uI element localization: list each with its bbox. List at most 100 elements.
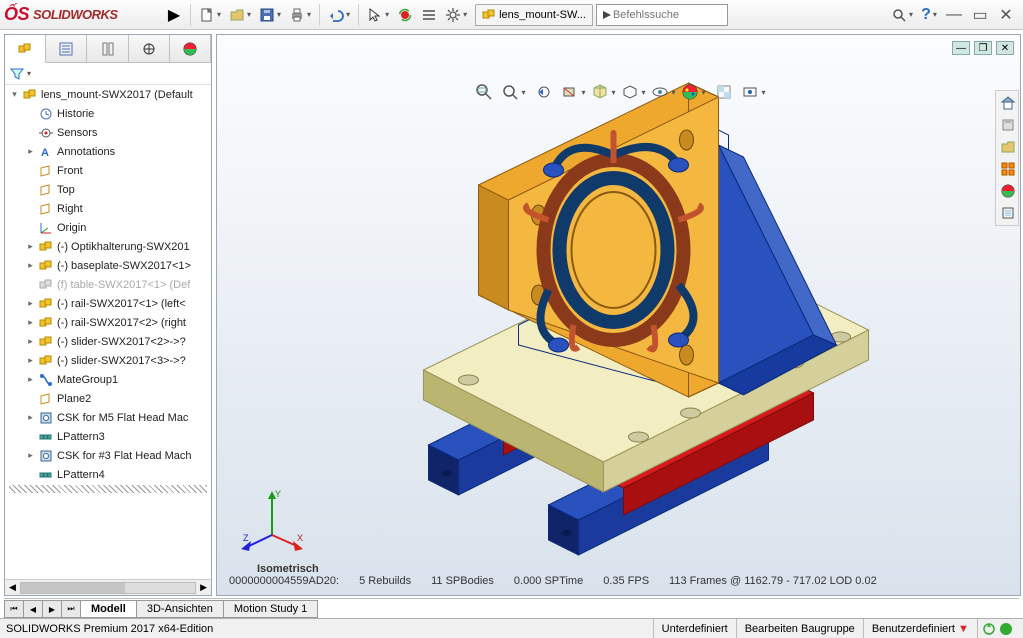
tab-nav-first[interactable]: ⏮	[4, 600, 24, 618]
tab-nav-next[interactable]: ▶	[42, 600, 62, 618]
filter-icon[interactable]	[9, 66, 25, 82]
settings-button[interactable]	[442, 3, 470, 27]
tab-nav-last[interactable]: ⏭	[61, 600, 81, 618]
document-tab[interactable]: lens_mount-SW...	[475, 4, 593, 26]
taskpane-home-icon[interactable]	[998, 93, 1018, 113]
taskpane-explorer-icon[interactable]	[998, 137, 1018, 157]
status-units[interactable]: Benutzerdefiniert ▼	[863, 619, 977, 638]
part-icon	[38, 258, 54, 274]
tree-root[interactable]: ▾lens_mount-SWX2017 (Default	[5, 85, 211, 104]
section-view-icon[interactable]	[561, 80, 587, 104]
tree-item[interactable]: ▸(-) slider-SWX2017<2>->?	[5, 332, 211, 351]
taskpane-appearance-icon[interactable]	[998, 181, 1018, 201]
tab-nav-prev[interactable]: ◀	[23, 600, 43, 618]
taskpane-view-icon[interactable]	[998, 159, 1018, 179]
main-search-button[interactable]	[888, 3, 916, 27]
assembly-tree-icon	[17, 41, 33, 57]
options-button[interactable]	[418, 3, 440, 27]
tree-item[interactable]: Sensors	[5, 123, 211, 142]
tab-nav: ⏮ ◀ ▶ ⏭	[4, 600, 80, 618]
tree-item[interactable]: ▸(-) Optikhalterung-SWX201	[5, 237, 211, 256]
tree-item[interactable]: ▸(-) slider-SWX2017<3>->?	[5, 351, 211, 370]
previous-view-icon[interactable]	[531, 80, 557, 104]
status-bar: SOLIDWORKS Premium 2017 x64-Edition Unte…	[0, 618, 1023, 638]
bottom-tab-modell[interactable]: Modell	[80, 600, 137, 618]
open-button[interactable]	[226, 3, 254, 27]
svg-text:Y: Y	[275, 489, 281, 499]
feature-manager-panel: ▾ ▾lens_mount-SWX2017 (DefaultHistorieSe…	[4, 34, 212, 596]
tree-item[interactable]: ▸AAnnotations	[5, 142, 211, 161]
help-button[interactable]: ?	[918, 3, 940, 27]
part-icon	[38, 353, 54, 369]
view-settings-icon[interactable]	[711, 80, 737, 104]
tree-item[interactable]: (f) table-SWX2017<1> (Def	[5, 275, 211, 294]
window-controls: — ▭ ✕	[941, 3, 1019, 27]
property-icon	[58, 41, 74, 57]
tree-item[interactable]: Historie	[5, 104, 211, 123]
status-rebuild-icon[interactable]	[982, 622, 996, 636]
tree-item[interactable]: Front	[5, 161, 211, 180]
maximize-button[interactable]: ▭	[967, 3, 993, 27]
command-search[interactable]	[596, 4, 728, 26]
print-button[interactable]	[286, 3, 314, 27]
expand-menu-button[interactable]: ▶	[163, 3, 185, 27]
fm-tab-appearance[interactable]	[170, 35, 211, 62]
orientation-triad[interactable]: Y X Z	[237, 485, 307, 555]
status-sptime: 0.000 SPTime	[514, 575, 583, 587]
render-icon[interactable]	[741, 80, 767, 104]
status-edition: SOLIDWORKS Premium 2017 x64-Edition	[6, 619, 653, 638]
zoom-area-icon[interactable]	[501, 80, 527, 104]
sensor-icon	[38, 125, 54, 141]
tree-item[interactable]: ▸(-) baseplate-SWX2017<1>	[5, 256, 211, 275]
tree-item[interactable]: Top	[5, 180, 211, 199]
zoom-fit-icon[interactable]	[471, 80, 497, 104]
search-run-icon	[601, 9, 613, 21]
fm-tab-tree[interactable]	[5, 35, 46, 63]
tree-item[interactable]: Origin	[5, 218, 211, 237]
close-button[interactable]: ✕	[993, 3, 1019, 27]
display-style-icon[interactable]	[621, 80, 647, 104]
status-edit-mode: Bearbeiten Baugruppe	[736, 619, 863, 638]
tree-item[interactable]: ▸CSK for #3 Flat Head Mach	[5, 446, 211, 465]
tree-item[interactable]: Right	[5, 199, 211, 218]
tree-item[interactable]: ▸(-) rail-SWX2017<1> (left<	[5, 294, 211, 313]
svg-text:Z: Z	[243, 533, 249, 543]
dimxpert-icon	[141, 41, 157, 57]
undo-button[interactable]	[325, 3, 353, 27]
taskpane-custom-icon[interactable]	[998, 203, 1018, 223]
plane-icon	[38, 163, 54, 179]
tree-item[interactable]: ▸(-) rail-SWX2017<2> (right	[5, 313, 211, 332]
status-flag-icon[interactable]	[999, 622, 1013, 636]
graphics-viewport[interactable]: — ❐ ✕	[216, 34, 1021, 596]
taskpane-library-icon[interactable]	[998, 115, 1018, 135]
fm-tab-dim[interactable]	[129, 35, 170, 62]
bottom-tab-3d[interactable]: 3D-Ansichten	[136, 600, 224, 618]
fm-tab-property[interactable]	[46, 35, 87, 62]
status-spbodies: 11 SPBodies	[431, 575, 494, 587]
new-button[interactable]	[196, 3, 224, 27]
appearance-icon	[182, 41, 198, 57]
app-logo: ỐS SOLIDWORKS	[4, 3, 162, 27]
plane-icon	[38, 201, 54, 217]
rebuild-button[interactable]	[394, 3, 416, 27]
tree-scrollbar[interactable]: ◀▶	[5, 579, 211, 595]
tree-item[interactable]: LPattern3	[5, 427, 211, 446]
tree-item[interactable]: Plane2	[5, 389, 211, 408]
fm-tab-config[interactable]	[87, 35, 128, 62]
config-icon	[100, 41, 116, 57]
tree-item[interactable]: ▸MateGroup1	[5, 370, 211, 389]
save-button[interactable]	[256, 3, 284, 27]
heads-up-view-toolbar	[471, 80, 767, 104]
tree-item[interactable]: ▸CSK for M5 Flat Head Mac	[5, 408, 211, 427]
svg-text:X: X	[297, 533, 303, 543]
appearance-scene-icon[interactable]	[681, 80, 707, 104]
feature-tree[interactable]: ▾lens_mount-SWX2017 (DefaultHistorieSens…	[5, 85, 211, 579]
model-render	[217, 35, 1020, 595]
view-orientation-icon[interactable]	[591, 80, 617, 104]
minimize-button[interactable]: —	[941, 3, 967, 27]
bottom-tab-motion[interactable]: Motion Study 1	[223, 600, 318, 618]
select-button[interactable]	[364, 3, 392, 27]
command-search-input[interactable]	[613, 9, 723, 21]
tree-item[interactable]: LPattern4	[5, 465, 211, 484]
hide-show-icon[interactable]	[651, 80, 677, 104]
